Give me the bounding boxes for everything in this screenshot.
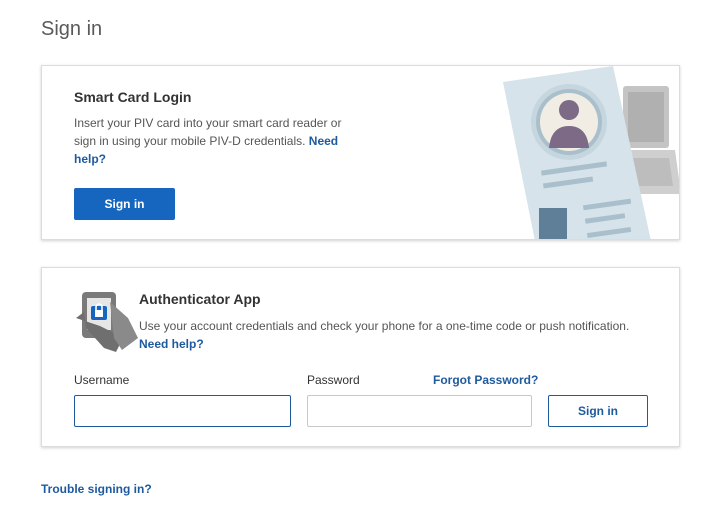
smart-card-description: Insert your PIV card into your smart car…: [74, 114, 354, 168]
authenticator-title: Authenticator App: [139, 291, 261, 307]
forgot-password-link[interactable]: Forgot Password?: [433, 373, 538, 387]
password-input[interactable]: [307, 395, 532, 427]
authenticator-app-card: Authenticator App Use your account crede…: [41, 267, 680, 447]
password-label: Password: [307, 373, 360, 387]
authenticator-sign-in-button[interactable]: Sign in: [548, 395, 648, 427]
authenticator-description-text: Use your account credentials and check y…: [139, 319, 630, 333]
smart-card-title: Smart Card Login: [74, 89, 192, 105]
smart-card-sign-in-button[interactable]: Sign in: [74, 188, 175, 220]
smart-card-login-card: Smart Card Login Insert your PIV card in…: [41, 65, 680, 240]
authenticator-help-link[interactable]: Need help?: [139, 337, 204, 351]
username-input[interactable]: [74, 395, 291, 427]
smart-card-description-text: Insert your PIV card into your smart car…: [74, 116, 342, 148]
authenticator-description: Use your account credentials and check y…: [139, 317, 659, 353]
phone-lock-icon: [76, 292, 138, 352]
page-title: Sign in: [41, 18, 103, 40]
username-label: Username: [74, 373, 130, 387]
trouble-signing-in-link[interactable]: Trouble signing in?: [41, 482, 152, 496]
id-card-laptop-illustration: [503, 66, 679, 239]
